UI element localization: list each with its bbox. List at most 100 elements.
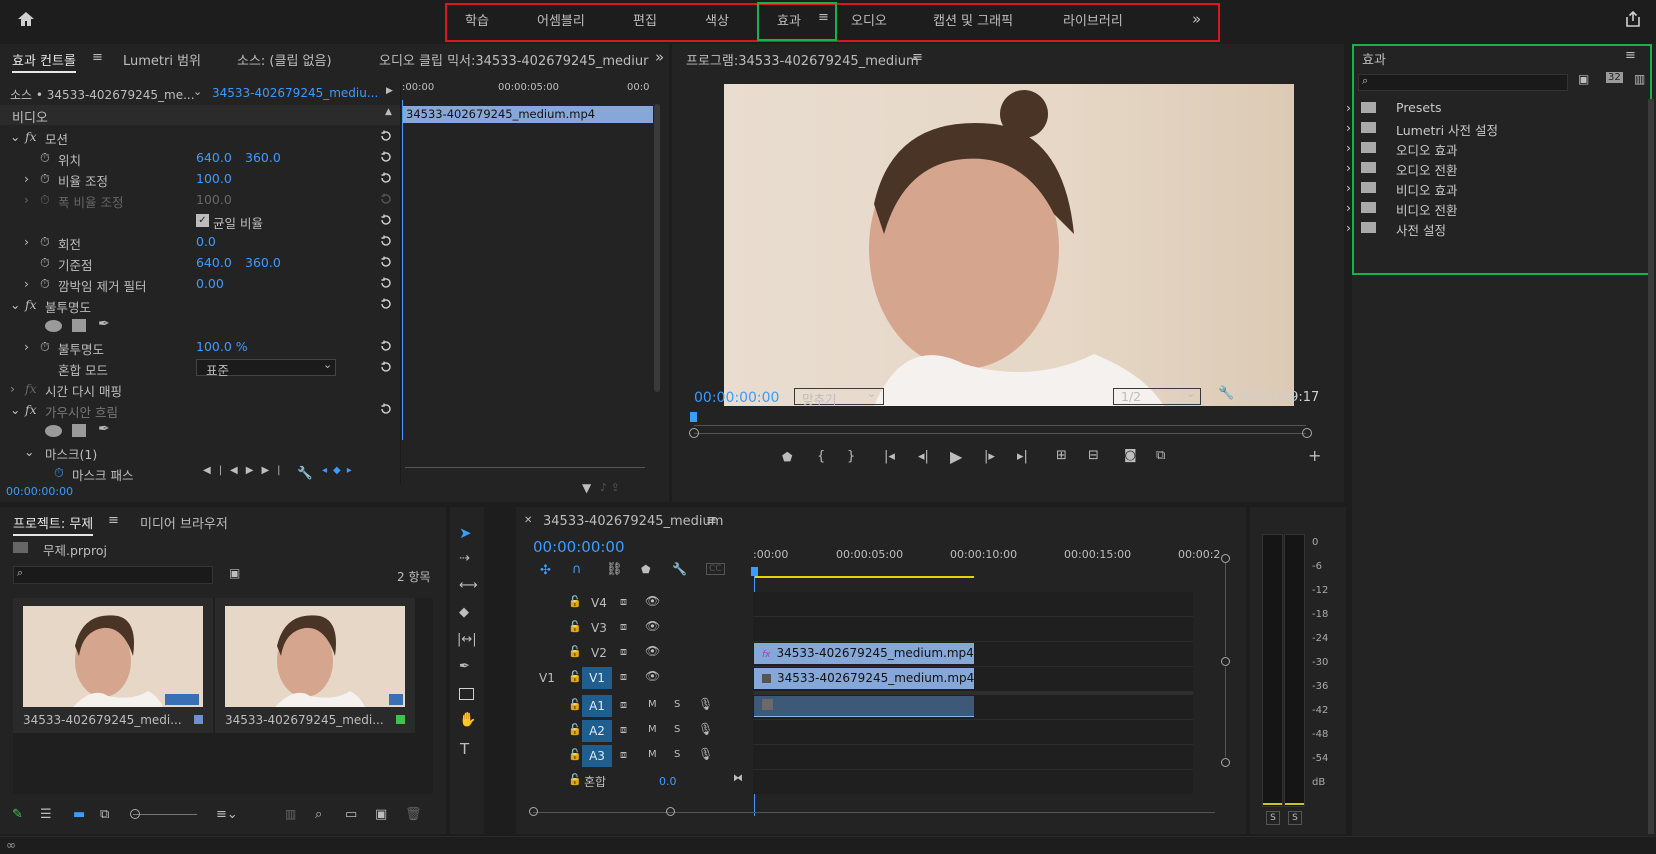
type-tool-icon[interactable]: T: [460, 740, 469, 758]
reset-icon[interactable]: [380, 130, 392, 142]
reset-icon[interactable]: [380, 298, 392, 310]
track-header-v4[interactable]: 🔓 V4 ⧈ 👁: [516, 592, 752, 616]
mark-in-button[interactable]: {: [817, 449, 825, 464]
accelerated-effects-icon[interactable]: ▣: [1578, 72, 1589, 86]
program-title[interactable]: 프로그램:34533-402679245_medium: [686, 50, 919, 69]
new-bin-icon[interactable]: ▣: [229, 566, 240, 580]
step-forward-button[interactable]: |▸: [984, 449, 995, 464]
ec-h-scrollbar[interactable]: [405, 467, 645, 473]
track-header-v1[interactable]: V1 🔓 V1 ⧈ 👁: [516, 667, 752, 691]
selection-tool-icon[interactable]: ➤: [459, 524, 472, 542]
effect-row-mask-path[interactable]: ⏱ 마스크 패스 ◀|◀▶▶| 🔧 ◂◆▸: [0, 462, 400, 483]
timeline-playhead-marker[interactable]: [751, 567, 758, 576]
list-view-icon[interactable]: ☰: [40, 807, 52, 822]
pen-mask-icon[interactable]: ✒: [98, 316, 110, 332]
program-timecode[interactable]: 00:00:00:00: [694, 390, 779, 406]
timeline-h-scroll-left[interactable]: [529, 807, 538, 816]
new-item-icon[interactable]: ▣: [375, 807, 387, 822]
effect-row-uniform-scale[interactable]: ✓ 균일 비율: [0, 210, 400, 231]
lift-button[interactable]: ⊞: [1056, 448, 1067, 463]
eye-icon[interactable]: 👁: [645, 669, 660, 683]
workspace-overflow-icon[interactable]: »: [1192, 10, 1201, 28]
freeform-view-icon[interactable]: ⧉: [100, 807, 109, 822]
param-value[interactable]: 0.00: [196, 276, 224, 291]
project-item-1[interactable]: 34533-402679245_medi...: [13, 598, 213, 733]
timeline-v-scrollbar-video[interactable]: [1225, 563, 1226, 656]
yuv-effects-icon[interactable]: ▥: [1634, 72, 1645, 86]
effect-row-blend-mode[interactable]: 혼합 모드 표준 ⌄: [0, 357, 400, 378]
mute-button[interactable]: M: [648, 724, 657, 735]
snap-icon[interactable]: ✣: [540, 563, 551, 578]
chevron-right-icon[interactable]: ›: [24, 339, 29, 354]
stopwatch-icon[interactable]: ⏱: [40, 234, 50, 250]
program-zoom-bar[interactable]: [694, 433, 1306, 434]
timeline-h-scroll-right[interactable]: [666, 807, 675, 816]
effects-search-input[interactable]: [1358, 74, 1568, 91]
ellipse-mask-icon[interactable]: [45, 425, 62, 437]
project-menu-icon[interactable]: ≡: [108, 513, 119, 528]
chevron-right-icon[interactable]: ›: [24, 276, 29, 291]
wrench-icon[interactable]: 🔧: [297, 465, 313, 481]
effect-row-mask[interactable]: ⌄ 마스크(1): [0, 441, 400, 462]
play-triangle-icon[interactable]: ▶: [386, 86, 393, 96]
workspace-tab-color[interactable]: 색상: [705, 10, 729, 29]
add-marker-icon[interactable]: ⬟: [641, 563, 651, 576]
zoom-slider[interactable]: [133, 814, 197, 815]
microphone-icon[interactable]: 🎙: [698, 747, 713, 761]
pencil-icon[interactable]: ✎: [12, 807, 23, 822]
eye-icon[interactable]: 👁: [645, 619, 660, 633]
program-menu-icon[interactable]: ≡: [912, 50, 923, 65]
filter-icon[interactable]: ▼: [582, 481, 591, 495]
track-header-a1[interactable]: 🔓 A1 ⧈ M S 🎙: [516, 695, 752, 719]
close-icon[interactable]: ✕: [524, 515, 532, 526]
rect-mask-icon[interactable]: [72, 424, 86, 437]
home-button[interactable]: [16, 9, 36, 29]
stopwatch-icon[interactable]: ⏱: [54, 465, 64, 481]
param-value-x[interactable]: 640.0: [196, 255, 232, 270]
checkbox-checked[interactable]: ✓: [196, 214, 209, 227]
camera-icon[interactable]: ◙: [1124, 448, 1137, 463]
tab-source[interactable]: 소스: (클립 없음): [237, 50, 332, 69]
wrench-icon[interactable]: 🔧: [1218, 386, 1234, 401]
param-value-x[interactable]: 640.0: [196, 150, 232, 165]
lock-icon[interactable]: 🔓: [568, 748, 582, 761]
tab-audio-clip-mixer[interactable]: 오디오 클립 믹서:34533-402679245_mediur: [379, 50, 648, 69]
workspace-tab-effects[interactable]: 효과: [777, 10, 801, 29]
source-patch-label[interactable]: V1: [539, 671, 555, 685]
icon-view-icon[interactable]: ▬: [73, 807, 85, 822]
32bit-effects-icon[interactable]: 32: [1606, 72, 1623, 83]
lock-icon[interactable]: 🔓: [568, 595, 582, 608]
param-value-y[interactable]: 360.0: [245, 255, 281, 270]
reset-icon[interactable]: [380, 277, 392, 289]
clip-v1[interactable]: 34533-402679245_medium.mp4 [V]: [754, 668, 974, 689]
solo-button[interactable]: S: [674, 749, 680, 760]
mute-button[interactable]: M: [648, 699, 657, 710]
magnet-icon[interactable]: ∩: [572, 562, 582, 577]
track-header-a3[interactable]: 🔓 A3 ⧈ M S 🎙: [516, 745, 752, 769]
workspace-tab-libraries[interactable]: 라이브러리: [1063, 10, 1123, 29]
pen-mask-icon[interactable]: ✒: [98, 421, 110, 437]
program-ruler[interactable]: [694, 414, 1306, 426]
ec-playhead[interactable]: [402, 100, 403, 440]
mix-end-icon[interactable]: ⧓: [733, 773, 743, 784]
rect-mask-icon[interactable]: [72, 319, 86, 332]
quality-select[interactable]: 1/2 ⌄: [1113, 387, 1201, 405]
solo-button[interactable]: S: [674, 699, 680, 710]
chevron-down-icon[interactable]: ⌄: [10, 402, 20, 417]
ec-footer-timecode[interactable]: 00:00:00:00: [6, 485, 73, 498]
slip-tool-icon[interactable]: |↔|: [457, 632, 477, 647]
work-area-bar[interactable]: [754, 576, 974, 578]
add-marker-button[interactable]: ⬟: [782, 450, 792, 464]
tab-project[interactable]: 프로젝트: 무제: [13, 513, 94, 536]
tab-effect-controls-menu[interactable]: ≡: [92, 50, 103, 65]
ripple-edit-tool-icon[interactable]: ⟷: [459, 578, 478, 593]
clip-v2[interactable]: fx 34533-402679245_medium.mp4: [754, 643, 974, 664]
track-header-v3[interactable]: 🔓 V3 ⧈ 👁: [516, 617, 752, 641]
hand-tool-icon[interactable]: ✋: [459, 712, 476, 728]
new-bin-footer-icon[interactable]: ▭: [345, 807, 357, 822]
find-icon[interactable]: ⌕: [315, 807, 322, 822]
ec-mini-clip[interactable]: 34533-402679245_medium.mp4: [403, 106, 653, 123]
track-header-mix[interactable]: 🔓 혼합 0.0 ⧓: [516, 770, 752, 794]
timeline-h-scrollbar[interactable]: [533, 812, 1215, 817]
sync-lock-icon[interactable]: ⧈: [620, 748, 627, 762]
